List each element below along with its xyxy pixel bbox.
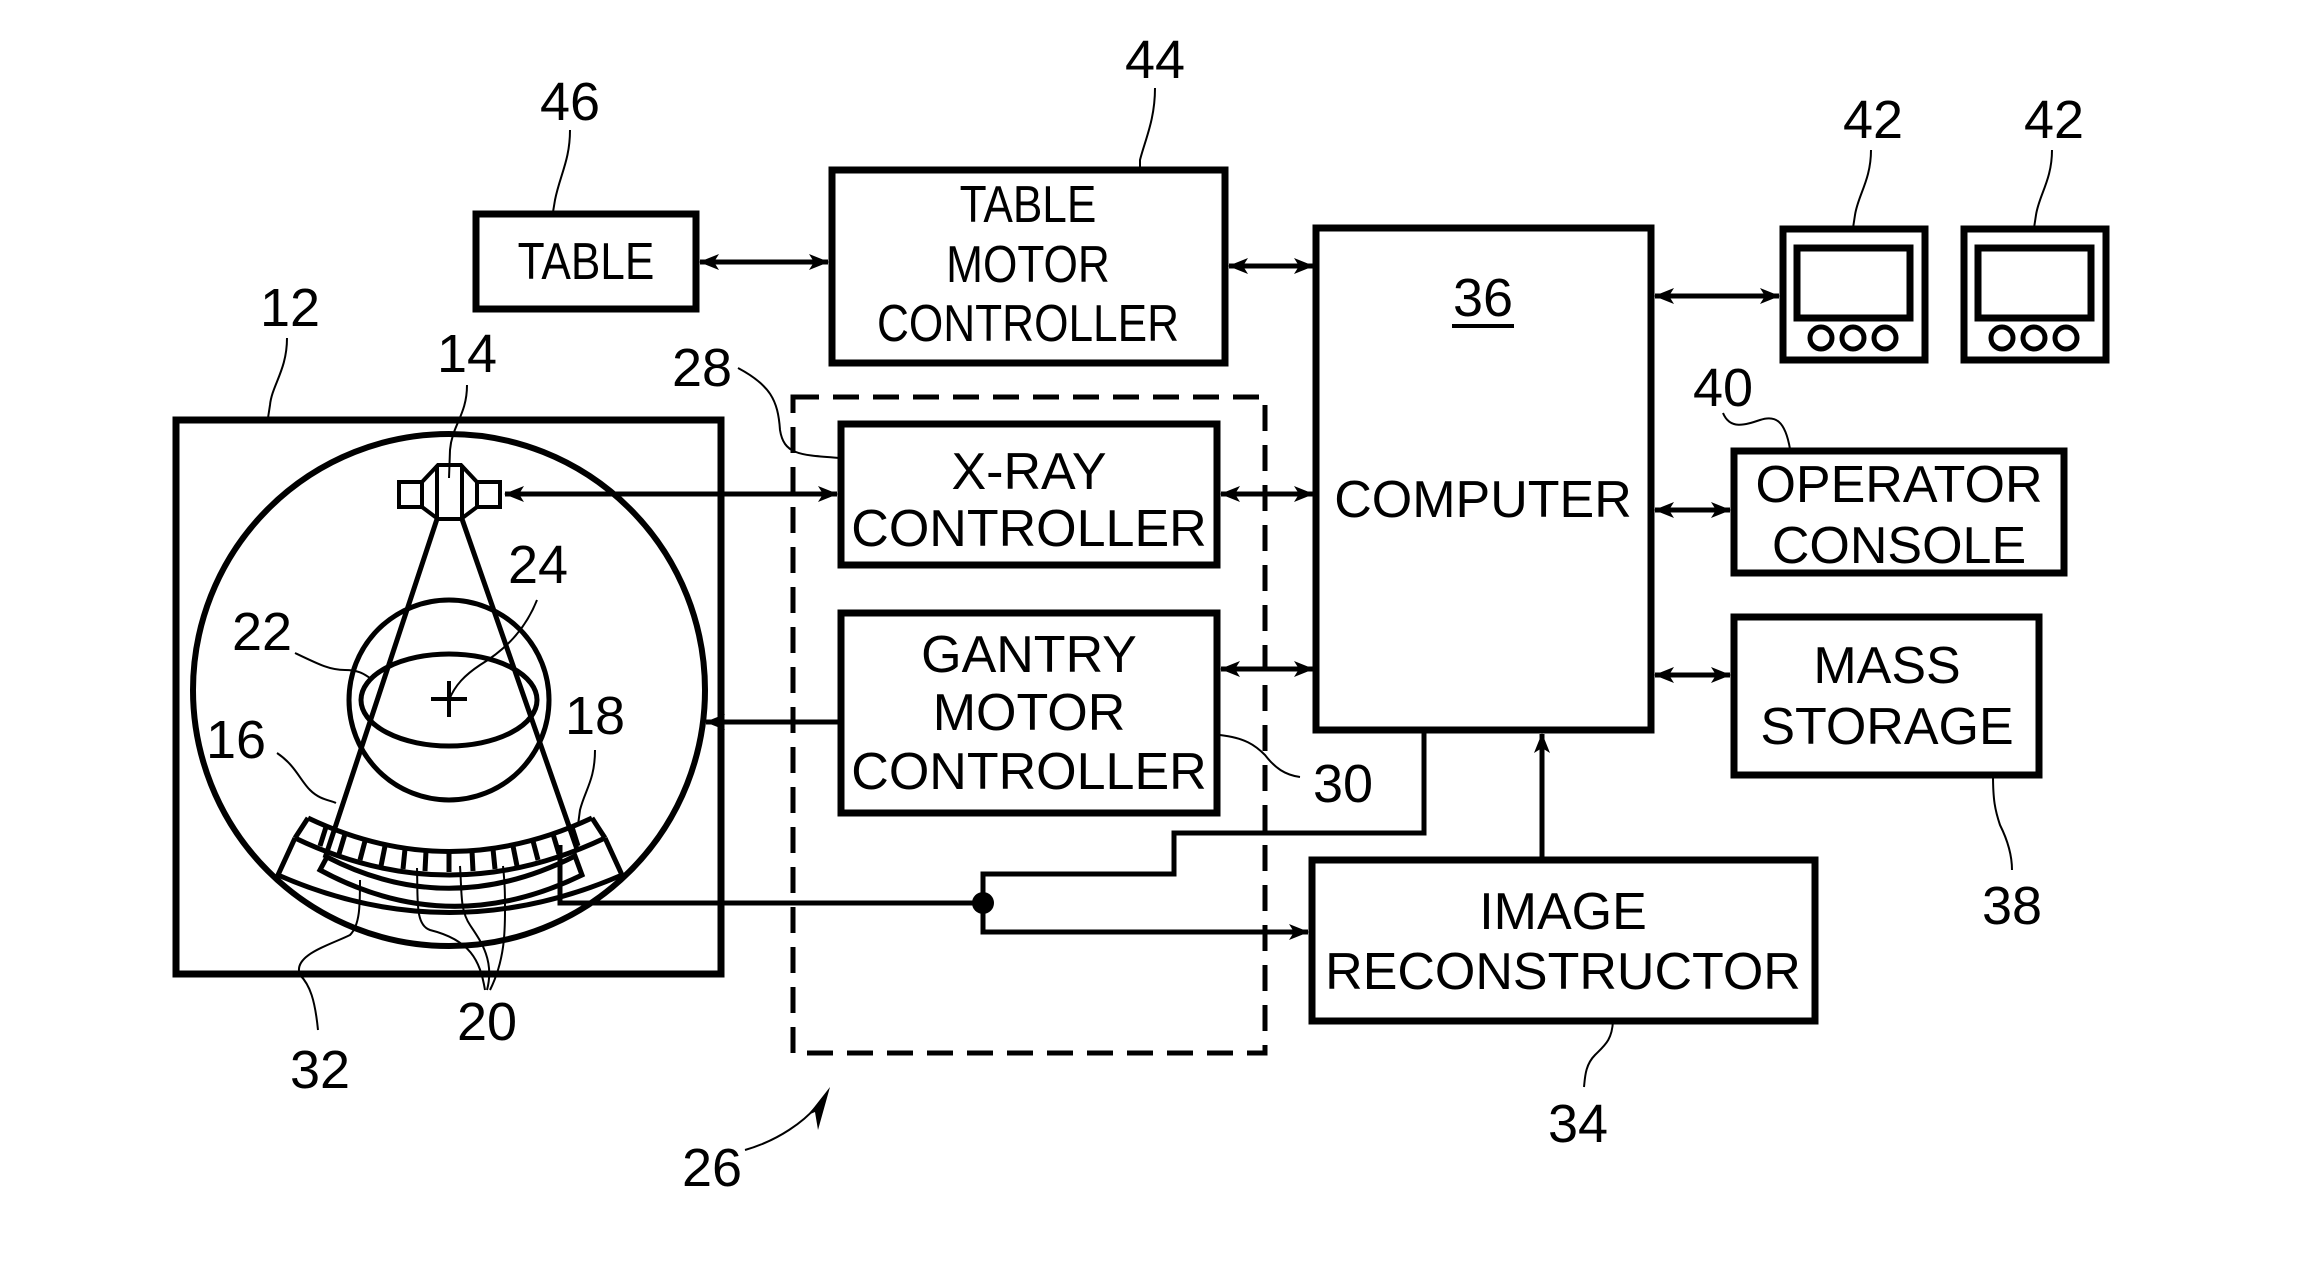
gantry bbox=[172, 416, 725, 978]
ref-label-gantry: 12 bbox=[260, 278, 320, 338]
image-reconstructor-block: IMAGE RECONSTRUCTOR bbox=[1308, 856, 1819, 1025]
mass-storage-line-2: STORAGE bbox=[1760, 698, 2013, 756]
ref-label-center-of-rotation: 24 bbox=[508, 535, 568, 595]
control-mechanism-arrowhead bbox=[808, 1087, 830, 1130]
gmc-line-2: MOTOR bbox=[933, 684, 1126, 742]
operator-console-block: OPERATOR CONSOLE bbox=[1730, 447, 2068, 577]
leader-line-operator-console bbox=[1722, 412, 1791, 450]
tmc-line-3: CONTROLLER bbox=[877, 295, 1179, 353]
display-button-icon bbox=[1871, 324, 1899, 352]
image-reconstructor-line-2: RECONSTRUCTOR bbox=[1325, 943, 1801, 1001]
ref-label-table: 46 bbox=[540, 72, 600, 132]
operator-console-line-1: OPERATOR bbox=[1755, 456, 2042, 514]
gantry-motor-controller-block: GANTRY MOTOR CONTROLLER bbox=[837, 609, 1221, 817]
ref-label-xray-controller: 28 bbox=[672, 338, 732, 398]
image-reconstructor-line-1: IMAGE bbox=[1479, 883, 1647, 941]
junction-dot bbox=[972, 892, 994, 914]
xray-controller-line-1: X-RAY bbox=[951, 443, 1106, 501]
operator-console-line-2: CONSOLE bbox=[1772, 517, 2026, 575]
ref-label-display-2: 42 bbox=[2024, 90, 2084, 150]
leader-line-display-1 bbox=[1852, 149, 1872, 229]
mass-storage-line-1: MASS bbox=[1813, 637, 1960, 695]
display-2 bbox=[1960, 225, 2110, 364]
leader-line-image-reconstructor bbox=[1583, 1020, 1614, 1088]
ct-system-diagram: 46 44 42 42 12 14 28 40 24 22 16 18 30 3… bbox=[172, 30, 2110, 1198]
computer-block: 36 COMPUTER bbox=[1312, 224, 1655, 734]
ref-label-detector-elements: 20 bbox=[457, 992, 517, 1052]
xray-controller-block: X-RAY CONTROLLER bbox=[837, 420, 1221, 569]
ref-label-table-motor-controller: 44 bbox=[1125, 30, 1185, 90]
leader-line-detector-array bbox=[577, 749, 596, 826]
leader-line-display-2 bbox=[2033, 149, 2053, 229]
arrow-das-reconstructor bbox=[980, 903, 1309, 940]
table-block: TABLE bbox=[472, 210, 700, 313]
ref-label-patient: 22 bbox=[232, 602, 292, 662]
leader-line-gantry-motor-controller bbox=[1219, 734, 1301, 778]
leader-line-control-mechanism bbox=[744, 1107, 816, 1151]
ref-label-xray-beam: 16 bbox=[206, 710, 266, 770]
leader-line-xray-controller bbox=[737, 367, 841, 459]
leader-line-gantry bbox=[267, 337, 288, 419]
xray-controller-line-2: CONTROLLER bbox=[851, 500, 1206, 558]
ref-label-control-mechanism: 26 bbox=[682, 1138, 742, 1198]
ref-label-operator-console: 40 bbox=[1693, 358, 1753, 418]
ref-label-das: 32 bbox=[290, 1040, 350, 1100]
mass-storage-block: MASS STORAGE bbox=[1730, 613, 2043, 779]
tmc-line-2: MOTOR bbox=[946, 236, 1110, 294]
ref-label-display-1: 42 bbox=[1843, 90, 1903, 150]
display-button-icon bbox=[2052, 324, 2080, 352]
ref-label-mass-storage: 38 bbox=[1982, 876, 2042, 936]
ref-label-xray-source: 14 bbox=[437, 324, 497, 384]
center-of-rotation-icon bbox=[431, 681, 467, 717]
computer-ref-number: 36 bbox=[1453, 268, 1513, 328]
xray-beam-left bbox=[322, 518, 440, 859]
display-button-icon bbox=[1839, 324, 1867, 352]
ref-label-gantry-motor-controller: 30 bbox=[1313, 754, 1373, 814]
table-motor-controller-block: TABLE MOTOR CONTROLLER bbox=[828, 166, 1229, 367]
display-1 bbox=[1779, 225, 1929, 364]
table-block-label: TABLE bbox=[518, 233, 655, 291]
leader-line-table-motor-controller bbox=[1139, 87, 1156, 168]
ref-label-image-reconstructor: 34 bbox=[1548, 1094, 1608, 1154]
leader-line-xray-beam bbox=[276, 752, 337, 804]
tmc-line-1: TABLE bbox=[960, 176, 1097, 234]
ref-label-detector-array: 18 bbox=[565, 686, 625, 746]
leader-line-table bbox=[552, 129, 571, 213]
display-button-icon bbox=[2020, 324, 2048, 352]
display-button-icon bbox=[1807, 324, 1835, 352]
gmc-line-1: GANTRY bbox=[921, 626, 1137, 684]
gmc-line-3: CONTROLLER bbox=[851, 743, 1206, 801]
leader-line-mass-storage bbox=[1992, 774, 2013, 871]
computer-label: COMPUTER bbox=[1334, 471, 1632, 529]
display-button-icon bbox=[1988, 324, 2016, 352]
